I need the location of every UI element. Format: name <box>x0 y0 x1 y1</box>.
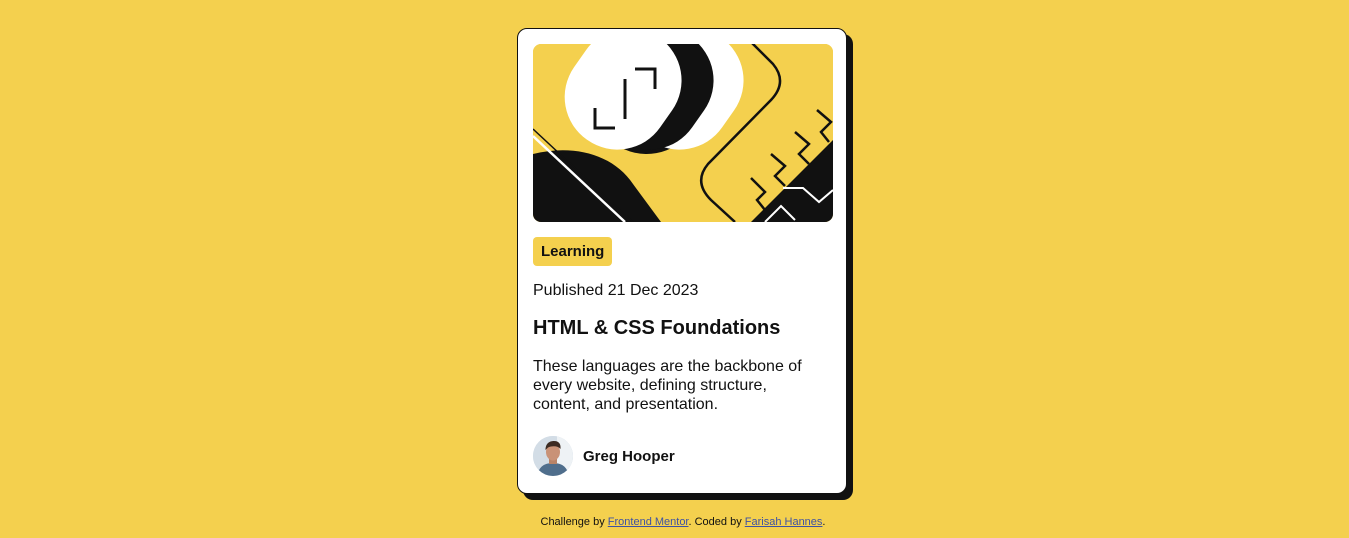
attribution-suffix: . <box>822 516 826 528</box>
author-name: Greg Hooper <box>583 447 675 465</box>
frontend-mentor-link[interactable]: Frontend Mentor <box>608 516 689 528</box>
card-illustration <box>533 44 833 222</box>
blog-preview-card: Learning Published 21 Dec 2023 HTML & CS… <box>517 28 847 494</box>
coder-link[interactable]: Farisah Hannes <box>745 516 823 528</box>
publish-date: Published 21 Dec 2023 <box>533 282 699 299</box>
card-title[interactable]: HTML & CSS Foundations <box>533 317 780 340</box>
avatar <box>533 436 573 476</box>
attribution-middle: . Coded by <box>688 516 742 528</box>
attribution: Challenge by Frontend Mentor. Coded by F… <box>0 516 1349 528</box>
avatar-photo-icon <box>533 436 573 476</box>
category-tag: Learning <box>533 237 613 266</box>
author: Greg Hooper <box>533 436 675 476</box>
abstract-illustration-icon <box>533 44 833 222</box>
attribution-prefix: Challenge by <box>540 516 605 528</box>
card-description: These languages are the backbone of ever… <box>533 358 802 413</box>
